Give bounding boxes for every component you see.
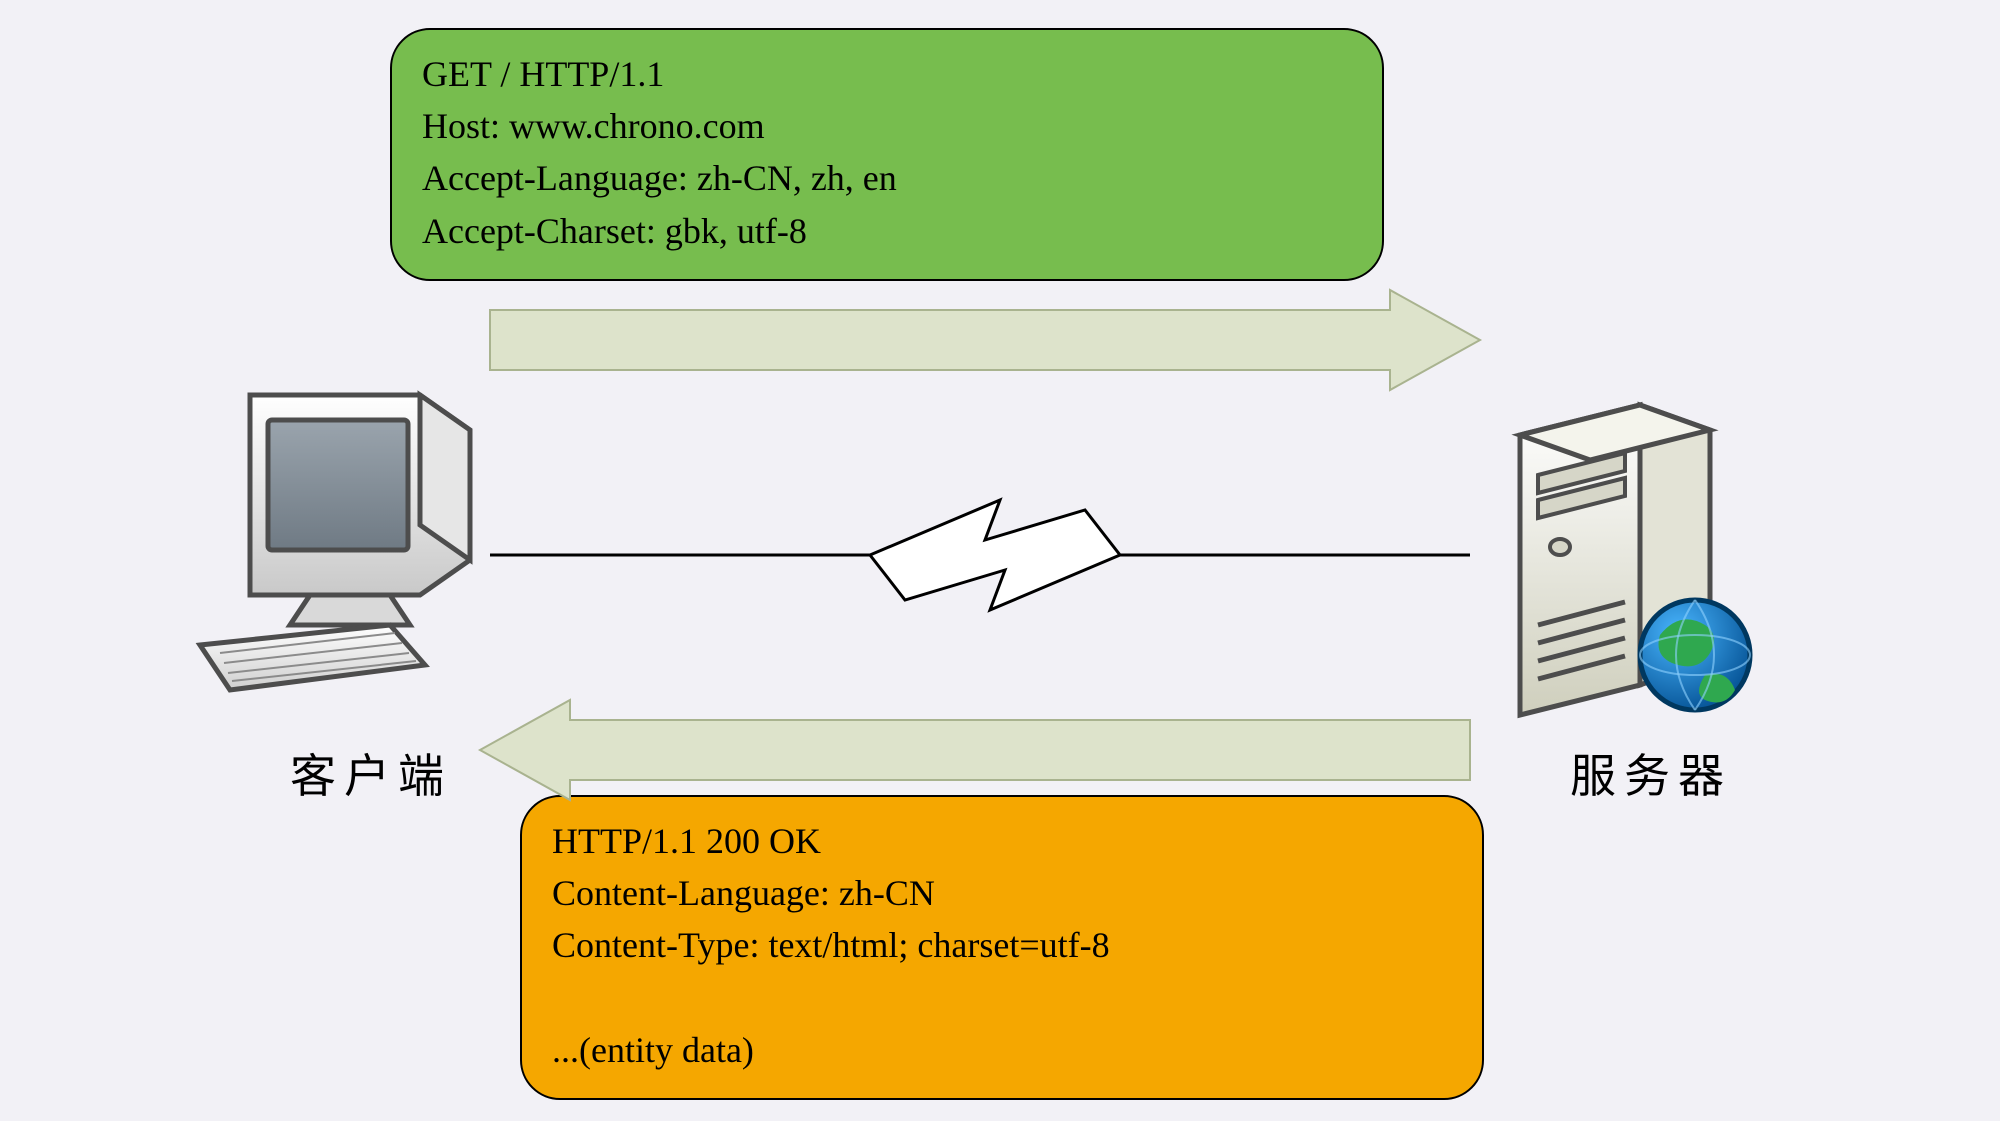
- server-label: 服务器: [1570, 740, 1732, 806]
- client-computer-icon: [190, 375, 490, 710]
- arrow-request-icon: [490, 290, 1480, 390]
- request-line-1: GET / HTTP/1.1: [422, 54, 664, 94]
- http-request-box: GET / HTTP/1.1 Host: www.chrono.com Acce…: [390, 28, 1384, 281]
- http-response-box: HTTP/1.1 200 OK Content-Language: zh-CN …: [520, 795, 1484, 1100]
- request-line-4: Accept-Charset: gbk, utf-8: [422, 211, 807, 251]
- response-line-3: Content-Type: text/html; charset=utf-8: [552, 925, 1110, 965]
- response-line-1: HTTP/1.1 200 OK: [552, 821, 821, 861]
- connection-bolt-icon: [490, 500, 1470, 610]
- response-line-2: Content-Language: zh-CN: [552, 873, 935, 913]
- server-tower-icon: [1490, 365, 1780, 730]
- globe-icon: [1640, 600, 1750, 710]
- client-label: 客户端: [290, 740, 452, 806]
- arrow-response-icon: [480, 700, 1470, 800]
- request-line-2: Host: www.chrono.com: [422, 106, 765, 146]
- response-line-5: ...(entity data): [552, 1030, 754, 1070]
- request-line-3: Accept-Language: zh-CN, zh, en: [422, 158, 897, 198]
